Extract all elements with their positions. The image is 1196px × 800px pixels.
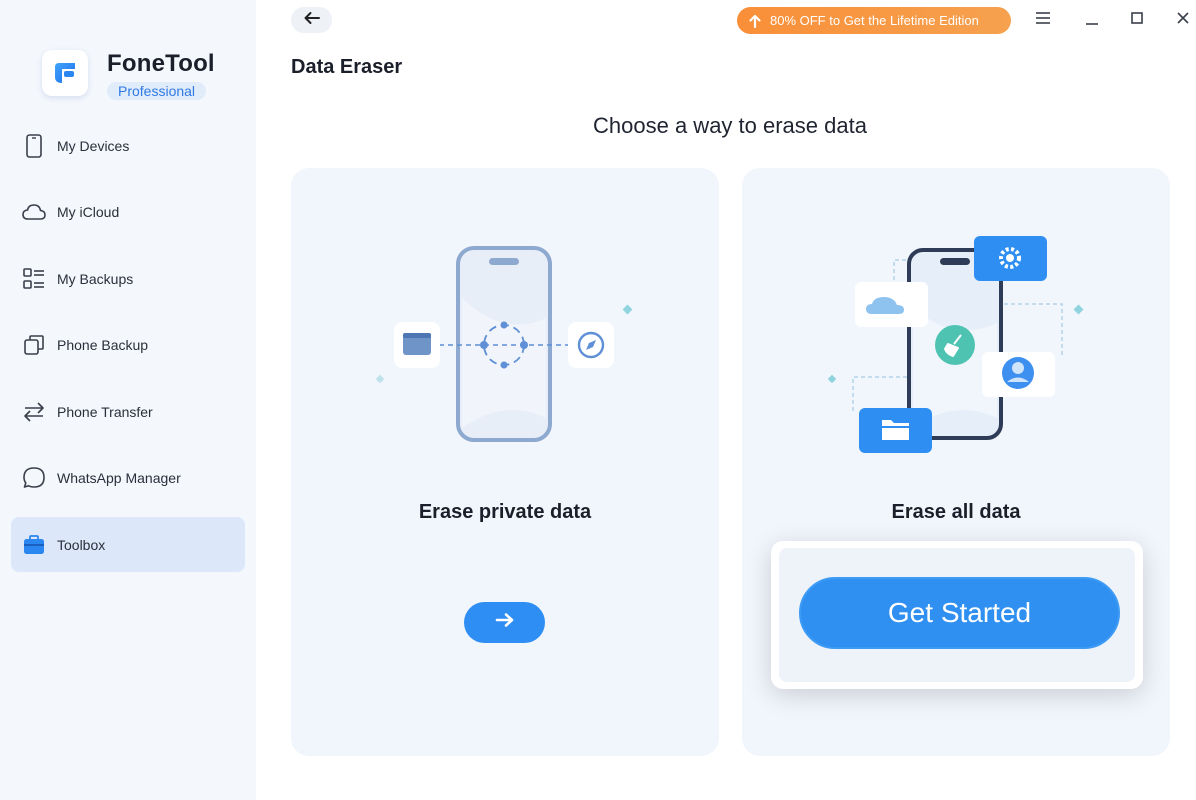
section-subtitle: Choose a way to erase data <box>593 113 867 138</box>
copy-icon <box>21 332 47 358</box>
menu-button[interactable] <box>1031 8 1055 32</box>
erase-private-data-card[interactable]: Erase private data <box>291 168 719 756</box>
cloud-icon <box>21 199 47 225</box>
promo-button[interactable]: 80% OFF to Get the Lifetime Edition <box>737 7 1011 34</box>
sidebar-item-toolbox[interactable]: Toolbox <box>11 517 245 572</box>
minimize-button[interactable] <box>1080 8 1104 32</box>
fonetool-logo-icon <box>42 50 88 96</box>
get-started-popup: Get Started <box>771 541 1143 689</box>
backups-list-icon <box>21 266 47 292</box>
app-name: FoneTool <box>107 50 215 77</box>
sidebar-item-label: WhatsApp Manager <box>57 470 181 486</box>
close-icon <box>1176 11 1190 30</box>
sidebar-item-label: My iCloud <box>57 204 120 220</box>
arrow-left-icon <box>303 11 321 30</box>
erase-private-illustration <box>375 246 633 442</box>
edition-badge: Professional <box>107 82 207 100</box>
sidebar-item-phone-transfer[interactable]: Phone Transfer <box>11 384 245 439</box>
arrow-up-icon <box>749 14 761 28</box>
hamburger-menu-icon <box>1035 11 1051 30</box>
sidebar-nav: My Devices My iCloud My Backups Phone Ba… <box>11 118 245 584</box>
sidebar-item-phone-backup[interactable]: Phone Backup <box>11 318 245 373</box>
sidebar-item-label: Phone Backup <box>57 337 149 353</box>
sidebar-item-my-devices[interactable]: My Devices <box>11 118 245 173</box>
erase-all-illustration <box>827 236 1084 453</box>
erase-private-title: Erase private data <box>418 501 592 523</box>
get-started-button[interactable]: Get Started <box>799 577 1120 649</box>
maximize-icon <box>1130 11 1144 30</box>
sidebar-item-label: My Backups <box>57 270 134 287</box>
sidebar-item-label: My Devices <box>57 137 130 154</box>
sidebar-item-whatsapp-manager[interactable]: WhatsApp Manager <box>11 451 245 506</box>
sidebar-item-label: Phone Transfer <box>57 403 153 420</box>
sidebar-item-label: Toolbox <box>57 536 106 553</box>
maximize-button[interactable] <box>1125 8 1149 32</box>
chat-bubble-icon <box>21 465 47 491</box>
page-title: Data Eraser <box>291 56 403 78</box>
minimize-icon <box>1084 10 1100 31</box>
transfer-arrows-icon <box>21 399 47 425</box>
sidebar-item-my-icloud[interactable]: My iCloud <box>11 185 245 240</box>
promo-label: 80% OFF to Get the Lifetime Edition <box>770 13 979 28</box>
brand: FoneTool Professional <box>42 50 215 101</box>
close-button[interactable] <box>1171 8 1195 32</box>
sidebar: FoneTool Professional My Devices My iClo… <box>0 0 256 800</box>
toolbox-icon <box>21 532 47 558</box>
back-button[interactable] <box>291 7 332 33</box>
arrow-right-icon <box>495 612 515 633</box>
phone-icon <box>21 133 47 159</box>
erase-all-title: Erase all data <box>891 501 1021 523</box>
sidebar-item-my-backups[interactable]: My Backups <box>11 251 245 306</box>
erase-private-next-button[interactable] <box>464 602 545 643</box>
